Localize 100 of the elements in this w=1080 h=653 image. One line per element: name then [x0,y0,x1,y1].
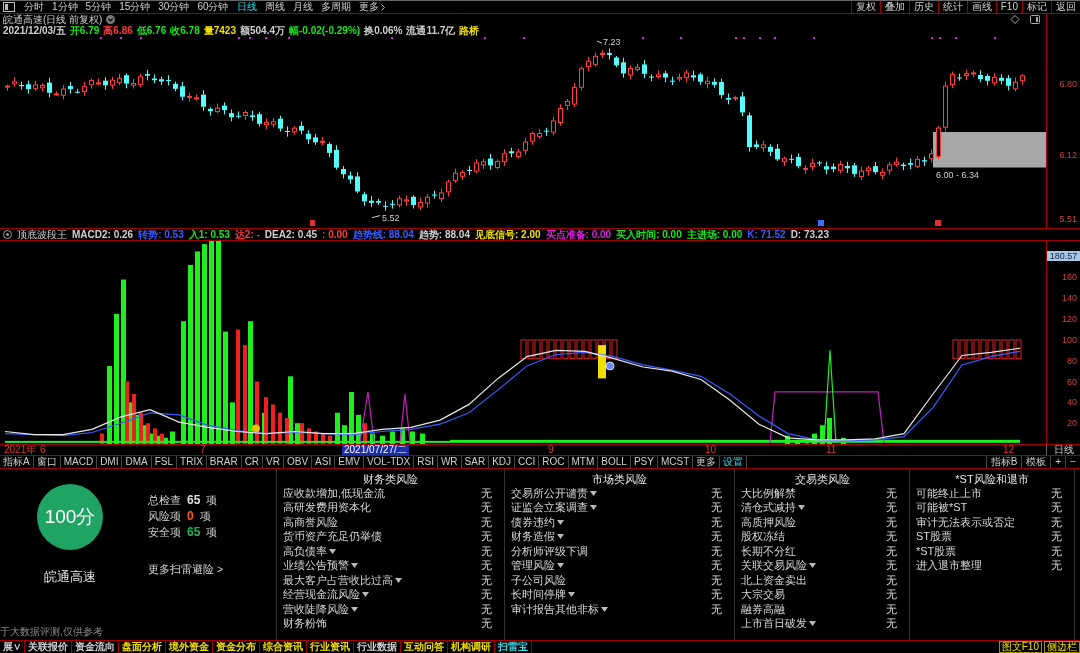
indicator-value: DEA2: 0.45 [264,229,318,240]
indicator-tab[interactable]: MACD [60,456,98,468]
indicator-tab[interactable]: OBV [284,456,313,468]
indicator-tab[interactable]: MCST [657,456,694,468]
indicator-tab[interactable]: VR [263,456,284,468]
risk-result: 无 [481,573,492,587]
axis-tick-label: 120 [1061,314,1077,325]
dropdown-icon[interactable] [106,15,116,24]
indicator-tab[interactable]: WR [437,456,462,468]
indicator-tab[interactable]: 设置 [720,456,748,468]
risk-result: 无 [711,573,722,587]
indicator-tab[interactable]: BRAR [206,456,242,468]
risk-result: 无 [481,515,492,529]
indicator-tab[interactable]: ROC [539,456,569,468]
risk-result: 无 [1051,501,1062,515]
period-tab[interactable]: 30分钟 [154,1,194,13]
risk-item-name: 经营现金流风险 [283,588,360,602]
date-axis-label: 12 [1003,445,1015,455]
period-tab[interactable]: 1分钟 [48,1,82,13]
bottom-tab[interactable]: 盘面分析 [119,641,166,653]
caret-down-icon[interactable] [798,505,805,511]
risk-item-name: 业绩公告预警 [283,559,349,573]
indicator-tab[interactable]: EMV [335,456,364,468]
risk-result: 无 [711,544,722,558]
risk-result: 无 [481,486,492,500]
indicator-tab[interactable]: 指标A [0,456,34,468]
caret-down-icon[interactable] [557,563,564,569]
panel-icon[interactable] [1030,15,1040,24]
risk-result: 无 [886,501,897,515]
bottom-tab[interactable]: 机构调研 [448,641,495,653]
caret-down-icon[interactable] [809,563,816,569]
caret-down-icon[interactable] [601,606,608,612]
caret-down-icon[interactable] [329,548,336,554]
indicator-tab[interactable]: RSI [414,456,438,468]
bottom-tab[interactable]: 互动问答 [401,641,448,653]
period-tab[interactable]: 周线 [260,1,289,13]
more-scan-link[interactable]: 更多扫雷避险 > [148,563,224,577]
indicator-tab[interactable]: TRIX [177,456,207,468]
indicator-tab[interactable]: ASI [312,456,336,468]
indicator-tab[interactable]: 更多 [693,456,721,468]
caret-down-icon[interactable] [557,519,564,525]
caret-down-icon[interactable] [590,505,597,511]
period-tab[interactable]: 分时 [20,1,48,13]
period-tab[interactable]: 5分钟 [81,1,116,13]
caret-down-icon[interactable] [568,592,575,598]
indicator-tab[interactable]: VOL-TDX [363,456,415,468]
period-tab[interactable]: 日线 [232,1,261,13]
period-tab[interactable]: 月线 [288,1,317,13]
indicator-tab[interactable]: 窗口 [33,456,61,468]
indicator-tool-button[interactable]: 模板 [1021,456,1051,468]
diamond-icon[interactable] [1010,15,1020,24]
more-menu-button[interactable]: 更多 [354,1,389,13]
risk-item-name: 大比例解禁 [741,486,796,500]
indicator-tab[interactable]: PSY [630,456,658,468]
risk-result: 无 [886,573,897,587]
panel-toggle-icon[interactable] [3,2,15,12]
indicator-tab[interactable]: BOLL [598,456,631,468]
caret-down-icon[interactable] [395,577,402,583]
indicator-tool-button[interactable]: + [1050,456,1066,468]
risk-result: 无 [886,617,897,631]
risk-result: 无 [886,544,897,558]
caret-down-icon[interactable] [351,563,358,569]
indicator-tool-button[interactable]: − [1065,456,1080,468]
bottom-tab[interactable]: 关联报价 [25,641,72,653]
quote-field: 收6.78 [170,25,200,36]
indicator-tab[interactable]: SAR [461,456,490,468]
caret-down-icon[interactable] [362,592,369,598]
indicator-settings-icon[interactable] [3,230,12,239]
quote-field: 幅-0.02(-0.29%) [289,25,361,36]
bottom-tab[interactable]: 资金流向 [72,641,119,653]
indicator-tab[interactable]: KDJ [489,456,516,468]
indicator-tab[interactable]: CR [241,456,264,468]
period-tab[interactable]: 15分钟 [115,1,155,13]
chart-title: 皖通高速(日线 前复权) [3,14,103,25]
period-tab[interactable]: 多周期 [316,1,355,13]
indicator-tab[interactable]: MTM [568,456,599,468]
indicator-tab[interactable]: DMA [122,456,152,468]
indicator-tool-button[interactable]: 指标B [985,456,1022,468]
indicator-tab[interactable]: DMI [97,456,123,468]
bottom-tab[interactable]: 行业资讯 [307,641,354,653]
indicator-tab[interactable]: FSL [151,456,178,468]
bottom-tab[interactable]: 综合资讯 [260,641,307,653]
caret-down-icon[interactable] [351,606,358,612]
period-tab[interactable]: 60分钟 [193,1,233,13]
caret-down-icon[interactable] [557,534,564,540]
signal-marker-icon [935,220,941,226]
bottom-tab[interactable]: 境外资金 [166,641,213,653]
caret-down-icon[interactable] [809,621,816,627]
side-button[interactable]: 侧边栏 [1044,641,1080,653]
risk-item-name: 应收款增加,低现金流 [283,486,386,500]
risk-item-name: 关联交易风险 [741,559,807,573]
bottom-tab[interactable]: 展∨ [0,641,25,653]
indicator-value: 趋势: 88.04 [418,229,470,240]
side-button[interactable]: 图文F10 [998,641,1042,653]
indicator-value: D: 73.23 [790,229,829,240]
caret-down-icon[interactable] [590,490,597,496]
indicator-tab[interactable]: CCI [515,456,540,468]
bottom-tab[interactable]: 扫雷宝 [495,641,532,653]
bottom-tab[interactable]: 行业数据 [354,641,401,653]
bottom-tab[interactable]: 资金分布 [213,641,260,653]
